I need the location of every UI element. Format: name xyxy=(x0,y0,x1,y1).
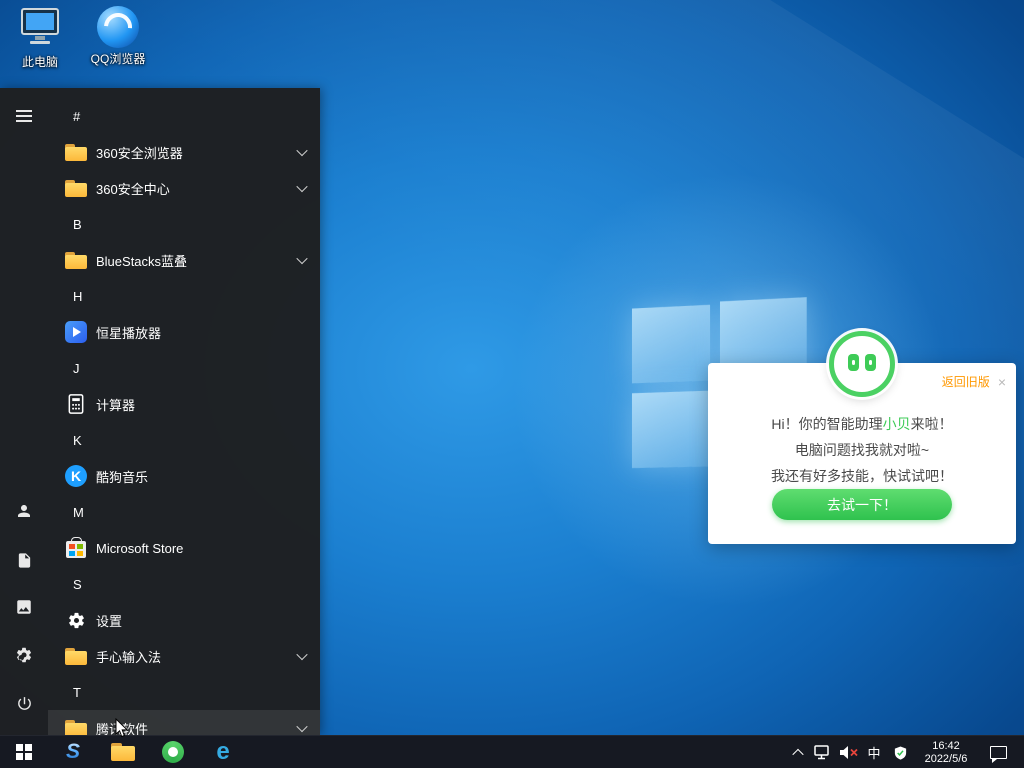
taskbar: S e xyxy=(0,735,1024,768)
folder-icon xyxy=(65,720,87,736)
clock-time: 16:42 xyxy=(914,740,978,753)
desktop-icon-this-pc[interactable]: 此电脑 xyxy=(8,6,72,70)
clock-date: 2022/5/6 xyxy=(914,753,978,766)
volume-muted-icon xyxy=(839,745,859,760)
security-status-button[interactable] xyxy=(886,736,914,768)
app-item-360-browser[interactable]: 360安全浏览器 xyxy=(48,134,320,170)
chevron-down-icon[interactable] xyxy=(296,649,307,660)
assistant-line-3: 我还有好多技能，快试试吧！ xyxy=(708,463,1016,489)
app-item-microsoft-store[interactable]: Microsoft Store xyxy=(48,530,320,566)
chevron-up-icon xyxy=(792,748,803,759)
qq-browser-icon xyxy=(97,6,139,48)
tray-expand-button[interactable] xyxy=(786,736,810,768)
action-center-button[interactable] xyxy=(978,736,1018,768)
taskbar-sogou-button[interactable]: S xyxy=(48,736,98,768)
section-header-t[interactable]: T xyxy=(48,674,320,710)
user-icon xyxy=(15,502,33,520)
network-status-button[interactable] xyxy=(810,736,836,768)
gear-icon xyxy=(67,611,86,630)
folder-icon xyxy=(65,252,87,269)
power-button[interactable] xyxy=(0,679,48,727)
360-browser-icon xyxy=(162,741,184,763)
folder-icon xyxy=(65,180,87,197)
user-account-button[interactable] xyxy=(0,487,48,535)
app-item-kugou-music[interactable]: 酷狗音乐 xyxy=(48,458,320,494)
microsoft-store-icon xyxy=(66,541,86,558)
chevron-down-icon[interactable] xyxy=(296,721,307,732)
this-pc-icon xyxy=(18,6,62,48)
screen: 此电脑 QQ浏览器 # xyxy=(0,0,1024,768)
documents-button[interactable] xyxy=(0,536,48,584)
back-to-old-version-link[interactable]: 返回旧版 xyxy=(942,373,990,390)
hengxing-player-icon xyxy=(65,321,87,343)
taskbar-edge-button[interactable]: e xyxy=(198,736,248,768)
start-menu: # 360安全浏览器 360安全中心 B BlueStacks蓝叠 H 恒星播 xyxy=(0,88,320,735)
document-icon xyxy=(16,552,33,569)
taskbar-file-explorer-button[interactable] xyxy=(98,736,148,768)
folder-icon xyxy=(65,648,87,665)
start-menu-rail xyxy=(0,88,48,735)
desktop-icon-label: 此电脑 xyxy=(8,53,72,70)
close-icon[interactable]: × xyxy=(998,375,1006,389)
section-header-m[interactable]: M xyxy=(48,494,320,530)
assistant-avatar[interactable] xyxy=(829,331,895,397)
app-item-settings[interactable]: 设置 xyxy=(48,602,320,638)
kugou-music-icon xyxy=(65,465,87,487)
chevron-down-icon[interactable] xyxy=(296,253,307,264)
app-item-bluestacks[interactable]: BlueStacks蓝叠 xyxy=(48,242,320,278)
edge-icon: e xyxy=(216,740,229,764)
avatar-eye-left xyxy=(848,354,859,371)
desktop-icon-label: QQ浏览器 xyxy=(86,50,150,67)
chevron-down-icon[interactable] xyxy=(296,181,307,192)
start-button[interactable] xyxy=(0,736,48,768)
try-it-button[interactable]: 去试一下！ xyxy=(772,489,952,520)
hamburger-icon xyxy=(16,110,32,122)
volume-muted-button[interactable] xyxy=(836,736,862,768)
avatar-eye-right xyxy=(865,354,876,371)
sogou-icon: S xyxy=(66,740,80,764)
system-tray: 中 16:42 2022/5/6 xyxy=(786,736,1024,768)
app-item-shouxin-ime[interactable]: 手心输入法 xyxy=(48,638,320,674)
settings-button[interactable] xyxy=(0,631,48,679)
ime-indicator[interactable]: 中 xyxy=(862,736,886,768)
app-item-tencent-software[interactable]: 腾讯软件 xyxy=(48,710,320,735)
taskbar-360-browser-button[interactable] xyxy=(148,736,198,768)
section-header-h[interactable]: H xyxy=(48,278,320,314)
section-header-j[interactable]: J xyxy=(48,350,320,386)
windows-start-icon xyxy=(16,744,32,760)
security-shield-icon xyxy=(893,745,908,761)
pictures-icon xyxy=(15,598,33,616)
network-icon xyxy=(814,745,832,760)
desktop-icon-qq-browser[interactable]: QQ浏览器 xyxy=(86,6,150,67)
assistant-name: 小贝 xyxy=(883,416,911,432)
power-icon xyxy=(16,695,33,712)
section-header-k[interactable]: K xyxy=(48,422,320,458)
file-explorer-icon xyxy=(111,743,135,761)
gear-icon xyxy=(15,646,33,664)
calculator-icon xyxy=(66,393,86,415)
start-menu-app-list: # 360安全浏览器 360安全中心 B BlueStacks蓝叠 H 恒星播 xyxy=(48,98,320,735)
section-header-hash[interactable]: # xyxy=(48,98,320,134)
action-center-icon xyxy=(990,746,1007,759)
app-item-hengxing-player[interactable]: 恒星播放器 xyxy=(48,314,320,350)
app-item-360-center[interactable]: 360安全中心 xyxy=(48,170,320,206)
folder-icon xyxy=(65,144,87,161)
section-header-s[interactable]: S xyxy=(48,566,320,602)
assistant-message: Hi！你的智能助理小贝来啦！ 电脑问题找我就对啦~ 我还有好多技能，快试试吧！ xyxy=(708,411,1016,489)
menu-expand-button[interactable] xyxy=(0,92,48,140)
taskbar-clock[interactable]: 16:42 2022/5/6 xyxy=(914,740,978,766)
assistant-line-1: Hi！你的智能助理小贝来啦！ xyxy=(708,411,1016,437)
app-item-calculator[interactable]: 计算器 xyxy=(48,386,320,422)
assistant-line-2: 电脑问题找我就对啦~ xyxy=(708,437,1016,463)
section-header-b[interactable]: B xyxy=(48,206,320,242)
chevron-down-icon[interactable] xyxy=(296,145,307,156)
pictures-button[interactable] xyxy=(0,583,48,631)
